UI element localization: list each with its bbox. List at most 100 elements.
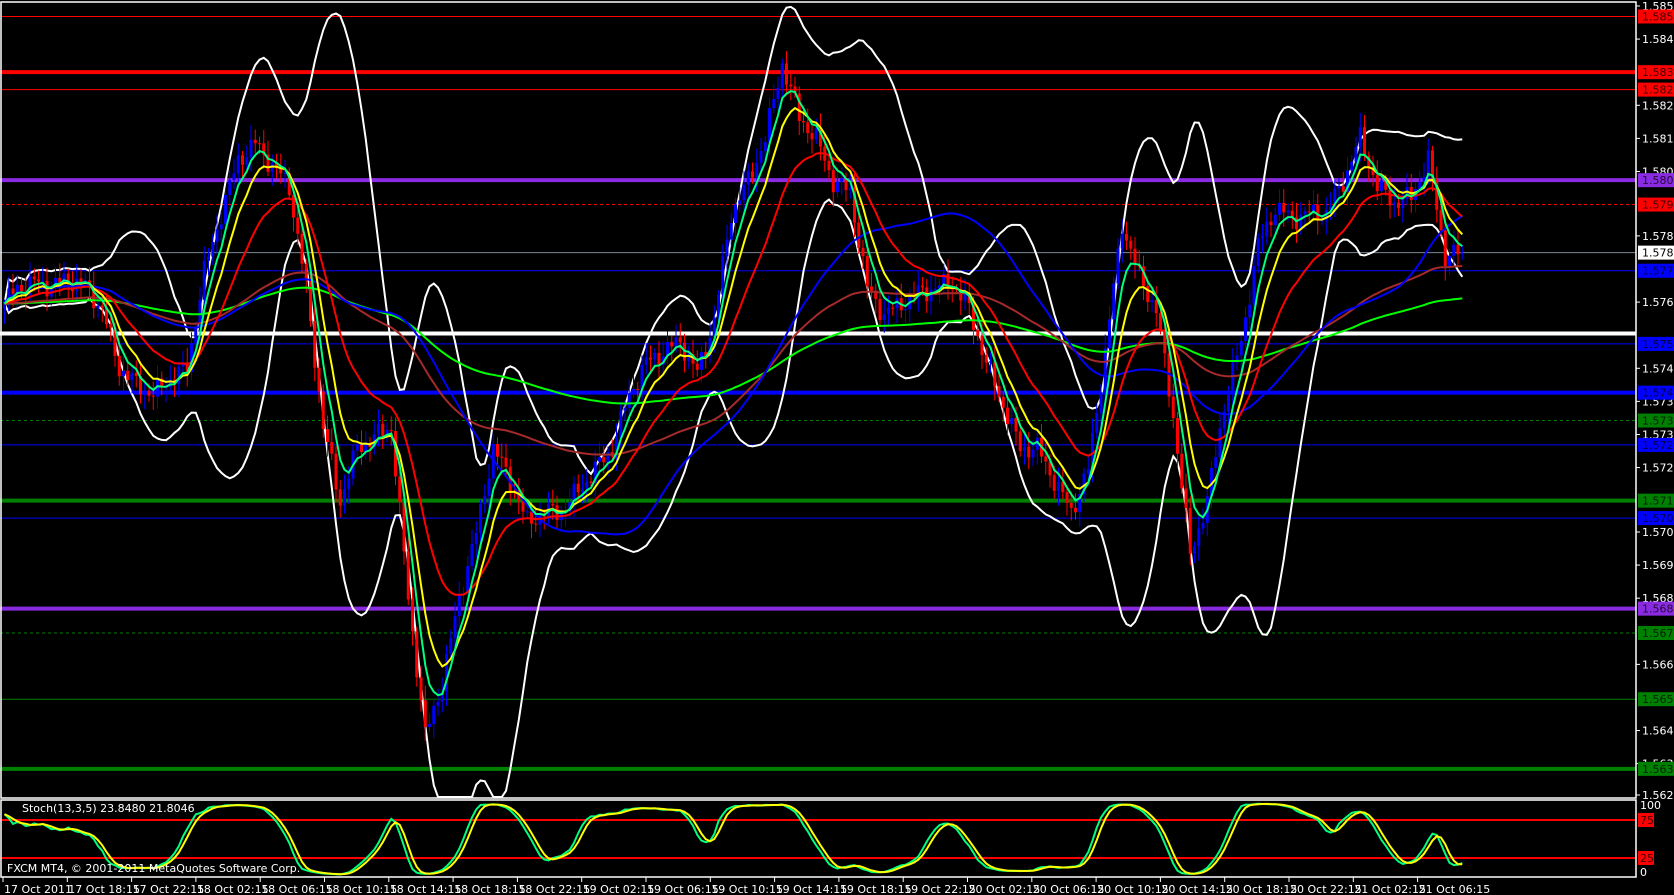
candle-body	[1282, 202, 1286, 213]
candle-body	[1303, 211, 1307, 215]
candle-body	[1057, 481, 1060, 491]
candle-body	[759, 151, 763, 163]
candle-body	[785, 63, 788, 85]
candle-body	[1065, 492, 1069, 503]
level-price-label: 1.56540	[1642, 693, 1674, 706]
time-tick-label: 17 Oct 22:15	[133, 883, 205, 895]
stoch-scale-max: 100	[1640, 799, 1661, 812]
level-price-label: 1.58340	[1642, 66, 1674, 79]
candle-body	[202, 260, 206, 300]
candle-body	[1052, 475, 1056, 491]
candle-body	[534, 523, 538, 525]
candle-body	[1069, 502, 1073, 508]
candle-body	[602, 456, 606, 463]
candle-body	[810, 133, 814, 140]
candle-body	[734, 204, 737, 224]
candle-body	[670, 342, 674, 347]
price-tick-label: 1.57020	[1642, 526, 1674, 539]
candle-body	[1388, 189, 1392, 206]
level-price-label: 1.57960	[1642, 199, 1674, 212]
candle-body	[929, 289, 933, 302]
time-tick-label: 18 Oct 22:15	[518, 883, 590, 895]
time-tick-label: 18 Oct 02:15	[197, 883, 269, 895]
candle-body	[245, 157, 249, 165]
candle-body	[742, 184, 746, 201]
candle-body	[1154, 300, 1158, 314]
time-tick-label: 20 Oct 18:15	[1226, 883, 1298, 895]
candle-body	[857, 222, 861, 248]
level-price-label: 1.58500	[1642, 10, 1674, 23]
candle-body	[1269, 221, 1273, 226]
candle-body	[1108, 319, 1111, 349]
candle-body	[581, 488, 584, 493]
level-price-label: 1.57110	[1642, 495, 1674, 508]
candle-body	[219, 224, 223, 230]
level-price-label: 1.56730	[1642, 627, 1674, 640]
candle-body	[933, 288, 937, 290]
candle-body	[1099, 392, 1103, 414]
candle-body	[96, 305, 100, 309]
candle-body	[1273, 214, 1277, 226]
stoch-level-label: 25	[1640, 852, 1654, 865]
candle-body	[207, 256, 210, 261]
price-tick-label: 1.56450	[1642, 725, 1674, 738]
level-price-label: 1.58030	[1642, 174, 1674, 187]
level-price-label: 1.57060	[1642, 512, 1674, 525]
candle-body	[249, 139, 253, 158]
candle-body	[389, 430, 393, 432]
candle-body	[1392, 202, 1396, 206]
candle-body	[109, 324, 113, 328]
candle-body	[882, 314, 886, 321]
candle-body	[1010, 418, 1014, 425]
time-tick-label: 18 Oct 06:15	[261, 883, 333, 895]
time-tick-label: 21 Oct 06:15	[1419, 883, 1491, 895]
candle-body	[296, 217, 300, 234]
price-tick-label: 1.57490	[1642, 362, 1674, 375]
candle-body	[1120, 233, 1124, 249]
candle-body	[1125, 233, 1128, 241]
candle-body	[878, 299, 882, 321]
candle-body	[1171, 396, 1175, 419]
price-chart[interactable]: 1.585301.584351.582451.581501.580551.578…	[0, 0, 1674, 895]
candle-body	[746, 171, 750, 185]
candle-body	[147, 390, 151, 396]
time-tick-label: 20 Oct 10:15	[1097, 883, 1169, 895]
time-tick-label: 18 Oct 18:15	[454, 883, 526, 895]
candle-body	[1252, 265, 1256, 305]
candle-body	[1031, 449, 1035, 458]
candle-body	[649, 357, 652, 360]
candle-body	[627, 393, 631, 409]
candle-body	[1188, 508, 1192, 554]
level-price-label: 1.57420	[1642, 387, 1674, 400]
level-price-label: 1.57340	[1642, 415, 1674, 428]
candle-body	[32, 276, 36, 280]
candle-body	[500, 456, 504, 458]
candle-body	[1456, 244, 1460, 255]
candle-body	[1150, 300, 1154, 302]
time-tick-label: 20 Oct 06:15	[1033, 883, 1105, 895]
candle-body	[211, 241, 215, 257]
candle-body	[551, 504, 555, 506]
candle-body	[436, 701, 440, 706]
candle-body	[644, 357, 648, 366]
candle-body	[300, 233, 304, 264]
stoch-level-label: 75	[1640, 814, 1654, 827]
candle-body	[355, 444, 359, 451]
candle-body	[636, 388, 640, 390]
stochastic-label: Stoch(13,3,5) 23.8480 21.8046	[22, 802, 195, 815]
candle-body	[483, 496, 487, 504]
candle-body	[37, 279, 40, 282]
candle-body	[721, 256, 725, 295]
candle-body	[521, 501, 525, 512]
price-tick-label: 1.58435	[1642, 33, 1674, 46]
candle-body	[700, 352, 703, 370]
candle-body	[1397, 202, 1400, 208]
candle-body	[1086, 469, 1090, 474]
candle-body	[1227, 394, 1230, 412]
level-price-label: 1.57270	[1642, 439, 1674, 452]
candle-body	[377, 423, 380, 435]
time-tick-label: 18 Oct 14:15	[390, 883, 462, 895]
candle-body	[487, 478, 491, 497]
candle-body	[1184, 488, 1188, 509]
candle-body	[1448, 255, 1451, 266]
